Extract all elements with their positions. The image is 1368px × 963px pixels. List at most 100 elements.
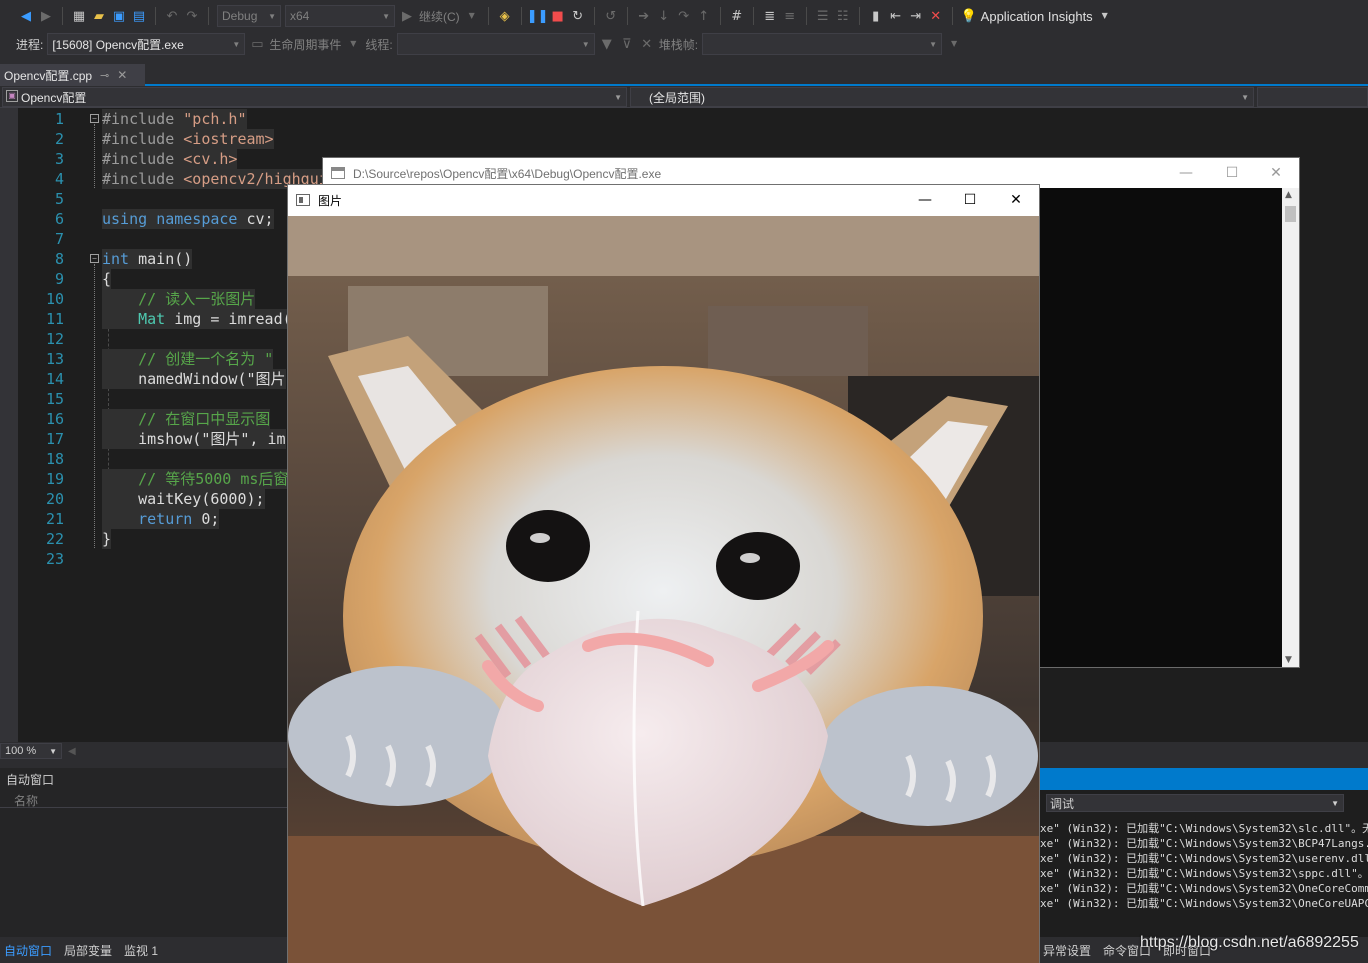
pause-icon[interactable]: ❚❚ (527, 8, 549, 24)
project-select[interactable]: ▣ Opencv配置 ▼ (2, 87, 627, 107)
chevron-down-icon[interactable]: ▼ (946, 36, 962, 52)
scroll-up-icon[interactable]: ▲ (1285, 190, 1292, 200)
stackframe-select[interactable]: ▼ (702, 33, 943, 55)
save-icon[interactable]: ▣ (111, 8, 127, 24)
zoom-select[interactable]: 100 % ▼ (0, 743, 62, 759)
code-line-13: // 创建一个名为 " (102, 349, 274, 369)
minimize-icon[interactable]: — (902, 185, 948, 215)
process-select[interactable]: [15608] Opencv配置.exe ▼ (47, 33, 246, 55)
scroll-down-icon[interactable]: ▼ (1285, 655, 1292, 665)
hex-display-icon[interactable]: # (729, 8, 745, 24)
member-select[interactable] (1257, 87, 1368, 107)
redo-icon[interactable]: ↷ (184, 8, 200, 24)
back-icon[interactable]: ◀ (18, 8, 34, 24)
debug-location-toolbar: 进程: [15608] Opencv配置.exe ▼ ▭ 生命周期事件 ▼ 线程:… (0, 32, 1368, 56)
chevron-down-icon[interactable]: ▼ (345, 36, 361, 52)
stackframe-label: 堆栈帧: (658, 37, 699, 52)
next-bookmark-icon[interactable]: ⇥ (908, 8, 924, 24)
new-project-icon[interactable]: ▦ (71, 8, 87, 24)
column-name-header[interactable]: 名称 (14, 792, 38, 809)
close-icon[interactable]: ✕ (1253, 158, 1299, 188)
tab-autos[interactable]: 自动窗口 (4, 942, 52, 959)
solution-platform-select[interactable]: x64 ▼ (285, 5, 395, 27)
code-line-6: using namespace cv; (102, 209, 274, 229)
step-over-icon[interactable]: ↷ (676, 8, 692, 24)
undo-icon[interactable]: ↶ (164, 8, 180, 24)
maximize-icon[interactable]: ☐ (947, 185, 993, 215)
indicator-margin (0, 108, 18, 742)
chevron-down-icon[interactable]: ▼ (1097, 8, 1113, 24)
output-line: xe" (Win32): 已加载"C:\Windows\System32\slc… (1040, 822, 1368, 835)
close-icon[interactable]: ✕ (993, 185, 1039, 215)
toolbar-separator (752, 7, 754, 25)
save-all-icon[interactable]: ▤ (131, 8, 147, 24)
hot-reload-icon[interactable]: ↺ (603, 8, 619, 24)
code-line-1: #include "pch.h" (102, 109, 247, 129)
line-number: 17 (45, 430, 64, 448)
show-next-statement-icon[interactable]: ➔ (636, 8, 652, 24)
clear-bookmarks-icon[interactable]: ✕ (928, 8, 944, 24)
open-file-icon[interactable]: ▰ (91, 8, 107, 24)
code-line-19: // 等待5000 ms后窗 (102, 469, 289, 489)
line-number: 19 (45, 470, 64, 488)
restart-icon[interactable]: ↻ (570, 8, 586, 24)
thread-select[interactable]: ▼ (396, 33, 595, 55)
line-number: 4 (54, 170, 64, 188)
output-window: 调试 ▼ xe" (Win32): 已加载"C:\Windows\System32… (1040, 790, 1368, 938)
forward-icon[interactable]: ▶ (38, 8, 54, 24)
continue-button[interactable]: 继续(C) (419, 8, 460, 25)
filter-icon[interactable]: ▼ (599, 36, 615, 52)
thread-icon[interactable]: ≣ (762, 8, 778, 24)
collapse-icon[interactable]: − (90, 254, 99, 263)
scrollbar-thumb[interactable] (1285, 206, 1296, 222)
comment-icon[interactable]: ☰ (815, 8, 831, 24)
code-line-3: #include <cv.h> (102, 149, 238, 169)
solution-config-select[interactable]: Debug ▼ (217, 5, 281, 27)
toolbar-separator (626, 7, 628, 25)
chevron-down-icon: ▼ (614, 92, 622, 102)
standard-toolbar: ◀ ▶ ▦ ▰ ▣ ▤ ↶ ↷ Debug ▼ x64 ▼ ▶ 继续(C) ▼ ◈ … (0, 0, 1368, 32)
toolbar-separator (208, 7, 209, 25)
tab-exception-settings[interactable]: 异常设置 (1043, 942, 1091, 959)
image-window[interactable]: 图片 — ☐ ✕ (287, 184, 1040, 963)
toolbar-separator (805, 7, 807, 25)
scope-select[interactable]: (全局范围) ▼ (630, 87, 1254, 107)
output-source-select[interactable]: 调试 ▼ (1046, 794, 1344, 812)
attach-icon[interactable]: ◈ (497, 8, 513, 24)
line-number: 6 (54, 210, 64, 228)
code-line-20: waitKey(6000); (102, 489, 265, 509)
collapse-icon[interactable]: − (90, 114, 99, 123)
chevron-down-icon[interactable]: ▼ (464, 8, 480, 24)
line-number: 21 (45, 510, 64, 528)
chevron-down-icon: ▼ (1241, 92, 1249, 102)
flag-threads-icon[interactable]: ✕ (639, 36, 655, 52)
bookmark-icon[interactable]: ▮ (868, 8, 884, 24)
step-into-icon[interactable]: ↓ (656, 8, 672, 24)
play-icon[interactable]: ▶ (399, 8, 415, 24)
project-value: Opencv配置 (21, 90, 87, 105)
minimize-icon[interactable]: — (1163, 158, 1209, 188)
console-scrollbar[interactable]: ▲ ▼ (1282, 188, 1299, 667)
prev-bookmark-icon[interactable]: ⇤ (888, 8, 904, 24)
tab-locals[interactable]: 局部变量 (64, 942, 112, 959)
image-window-title-bar[interactable]: 图片 — ☐ ✕ (288, 185, 1039, 215)
lifecycle-events-button[interactable]: 生命周期事件 (269, 36, 341, 53)
application-insights-button[interactable]: Application Insights (981, 9, 1093, 24)
maximize-icon[interactable]: ☐ (1209, 158, 1255, 188)
close-icon[interactable]: ✕ (117, 68, 127, 82)
stop-icon[interactable]: ■ (550, 8, 566, 24)
toggle-filter-icon[interactable]: ⊽ (619, 36, 635, 52)
tab-opencv-cpp[interactable]: Opencv配置.cpp ⊸ ✕ (0, 64, 145, 86)
line-number: 18 (45, 450, 64, 468)
scroll-left-icon[interactable]: ◀ (68, 746, 76, 757)
lifecycle-icon: ▭ (251, 36, 264, 52)
pin-icon[interactable]: ⊸ (100, 69, 109, 82)
step-out-icon[interactable]: ↑ (696, 8, 712, 24)
tab-watch-1[interactable]: 监视 1 (124, 942, 158, 959)
solution-config-value: Debug (222, 9, 258, 23)
chevron-down-icon: ▼ (929, 39, 938, 49)
chevron-down-icon: ▼ (49, 746, 57, 756)
line-number: 14 (45, 370, 64, 388)
uncomment-icon[interactable]: ☷ (835, 8, 851, 24)
thread-flag-icon[interactable]: ≡ (782, 8, 798, 24)
